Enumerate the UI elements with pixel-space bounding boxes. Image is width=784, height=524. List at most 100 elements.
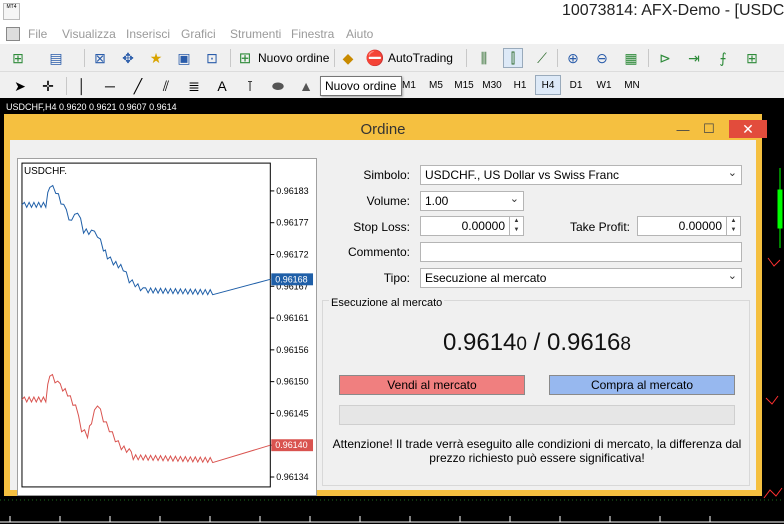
symbol-label: Simbolo:	[363, 168, 410, 182]
minimize-icon[interactable]: —	[674, 120, 692, 138]
menu-insert[interactable]: Inserisci	[126, 27, 170, 41]
tick-chart-frame	[21, 162, 271, 488]
line-chart-icon[interactable]: ⟋	[532, 48, 552, 68]
chart-shift-icon[interactable]: ⇥	[684, 48, 704, 68]
triangle-icon[interactable]: ▲	[296, 76, 316, 96]
text-icon[interactable]: A	[212, 76, 232, 96]
timeframe-d1[interactable]: D1	[563, 75, 589, 95]
ask-price-line	[21, 184, 271, 296]
dialog-title-bar[interactable]: Ordine — ☐ ✕	[10, 120, 767, 140]
takeprofit-label: Take Profit:	[569, 220, 630, 234]
toolbar-separator	[648, 49, 649, 67]
title-bar: MT4 10073814: AFX-Demo - [USDCHF,	[0, 0, 784, 24]
y-tick-label: 0.96177	[276, 218, 308, 228]
autotrading-button[interactable]: ⛔ AutoTrading	[366, 48, 453, 68]
indicators-icon[interactable]: ⨍	[713, 48, 733, 68]
order-type-select[interactable]: Esecuzione al mercato ⌄	[420, 268, 742, 288]
timeframe-m15[interactable]: M15	[451, 75, 477, 95]
new-order-button[interactable]: ⊞ Nuovo ordine	[236, 48, 330, 68]
text-label-icon[interactable]: ⊺	[240, 76, 260, 96]
crosshair-icon[interactable]: ✛	[38, 76, 58, 96]
fibonacci-icon[interactable]: ≣	[184, 76, 204, 96]
warning-line-1: Attenzione! Il trade verrà eseguito alle…	[332, 437, 742, 451]
stoploss-input[interactable]: 0.00000 ▲ ▼	[420, 216, 524, 236]
tick-chart-symbol: USDCHF.	[24, 166, 67, 177]
periods-icon[interactable]: ⊞	[742, 48, 762, 68]
channel-icon[interactable]: ⫽	[156, 76, 176, 96]
execution-progress-bar	[339, 405, 735, 425]
bid-price: 0.9614	[443, 329, 517, 356]
price-display: 0.96140 / 0.96168	[323, 329, 751, 357]
ask-price-marker: 0.96168	[275, 274, 307, 284]
navigator-icon[interactable]: ★	[146, 48, 166, 68]
autotrading-icon: ⛔	[365, 50, 385, 67]
bid-price-last-digit: 0	[516, 334, 527, 355]
menu-help[interactable]: Aiuto	[346, 27, 373, 41]
comment-input[interactable]	[420, 242, 742, 262]
toolbar-separator	[466, 49, 467, 67]
data-window-icon[interactable]: ✥	[118, 48, 138, 68]
y-tick-label: 0.96172	[276, 249, 308, 259]
autotrading-label: AutoTrading	[388, 51, 453, 65]
tile-windows-icon[interactable]: ▦	[621, 48, 641, 68]
auto-scroll-icon[interactable]: ⊳	[655, 48, 675, 68]
menu-view[interactable]: Visualizza	[62, 27, 116, 41]
meta-editor-icon[interactable]: ◆	[338, 48, 358, 68]
toolbar-separator	[230, 49, 231, 67]
window-title: 10073814: AFX-Demo - [USDCHF,	[562, 2, 784, 19]
timeframe-h1[interactable]: H1	[507, 75, 533, 95]
timeframe-h4[interactable]: H4	[535, 75, 561, 95]
terminal-icon[interactable]: ▣	[174, 48, 194, 68]
close-icon[interactable]: ✕	[729, 120, 767, 138]
takeprofit-stepper[interactable]: ▲ ▼	[726, 217, 740, 235]
takeprofit-input[interactable]: 0.00000 ▲ ▼	[637, 216, 741, 236]
timeframe-m5[interactable]: M5	[423, 75, 449, 95]
order-dialog: Ordine — ☐ ✕ USDCHF. 0.96183 0.96177 0.961…	[4, 114, 767, 496]
new-chart-icon[interactable]: ⊞	[8, 48, 28, 68]
symbol-select[interactable]: USDCHF., US Dollar vs Swiss Franc ⌄	[420, 165, 742, 185]
profiles-icon[interactable]: ▤	[46, 48, 66, 68]
timeframe-m30[interactable]: M30	[479, 75, 505, 95]
toolbar-separator	[557, 49, 558, 67]
y-tick-label: 0.96150	[276, 377, 308, 387]
chevron-down-icon: ⌄	[727, 270, 737, 282]
tick-chart-y-axis: 0.961830.961770.961720.961670.961610.961…	[270, 186, 309, 482]
standard-toolbar: ⊞ ▤ ⊠ ✥ ★ ▣ ⊡ ⊞ Nuovo ordine ◆ ⛔ AutoTra…	[0, 44, 784, 72]
stoploss-label: Stop Loss:	[353, 220, 410, 234]
bid-price-marker: 0.96140	[275, 440, 307, 450]
dialog-title: Ordine	[360, 121, 406, 138]
vertical-line-icon[interactable]: │	[72, 76, 92, 96]
symbol-value: USDCHF., US Dollar vs Swiss Franc	[425, 168, 620, 182]
menu-file[interactable]: File	[28, 27, 47, 41]
cursor-icon[interactable]: ➤	[10, 76, 30, 96]
zoom-in-icon[interactable]: ⊕	[563, 48, 583, 68]
menu-window[interactable]: Finestra	[291, 27, 334, 41]
market-watch-icon[interactable]: ⊠	[90, 48, 110, 68]
zoom-out-icon[interactable]: ⊖	[592, 48, 612, 68]
ask-price-last-digit: 8	[620, 334, 631, 355]
chevron-down-icon: ⌄	[509, 193, 519, 205]
candlestick-icon[interactable]: ⫿	[503, 48, 523, 68]
child-window-icon[interactable]	[6, 27, 20, 41]
ellipse-icon[interactable]: ⬬	[268, 76, 288, 96]
menu-tools[interactable]: Strumenti	[230, 27, 281, 41]
buy-market-button[interactable]: Compra al mercato	[549, 375, 735, 395]
warning-line-2: prezzo richiesto può essere significativ…	[429, 451, 645, 465]
timeframe-w1[interactable]: W1	[591, 75, 617, 95]
timeframe-mn[interactable]: MN	[619, 75, 645, 95]
volume-select[interactable]: 1.00 ⌄	[420, 191, 524, 211]
toolbar-separator	[66, 77, 67, 95]
trendline-icon[interactable]: ╱	[128, 76, 148, 96]
bid-price-line	[21, 373, 271, 464]
chevron-down-icon: ⌄	[727, 167, 737, 179]
bar-chart-icon[interactable]: ⫼	[474, 48, 494, 68]
menu-charts[interactable]: Grafici	[181, 27, 216, 41]
maximize-icon[interactable]: ☐	[700, 120, 718, 138]
ask-price: 0.9616	[547, 329, 621, 356]
stoploss-stepper[interactable]: ▲ ▼	[509, 217, 523, 235]
new-order-tooltip: Nuovo ordine	[320, 76, 402, 96]
strategy-tester-icon[interactable]: ⊡	[202, 48, 222, 68]
horizontal-line-icon[interactable]: ─	[100, 76, 120, 96]
sell-market-button[interactable]: Vendi al mercato	[339, 375, 525, 395]
takeprofit-value: 0.00000	[678, 219, 722, 233]
